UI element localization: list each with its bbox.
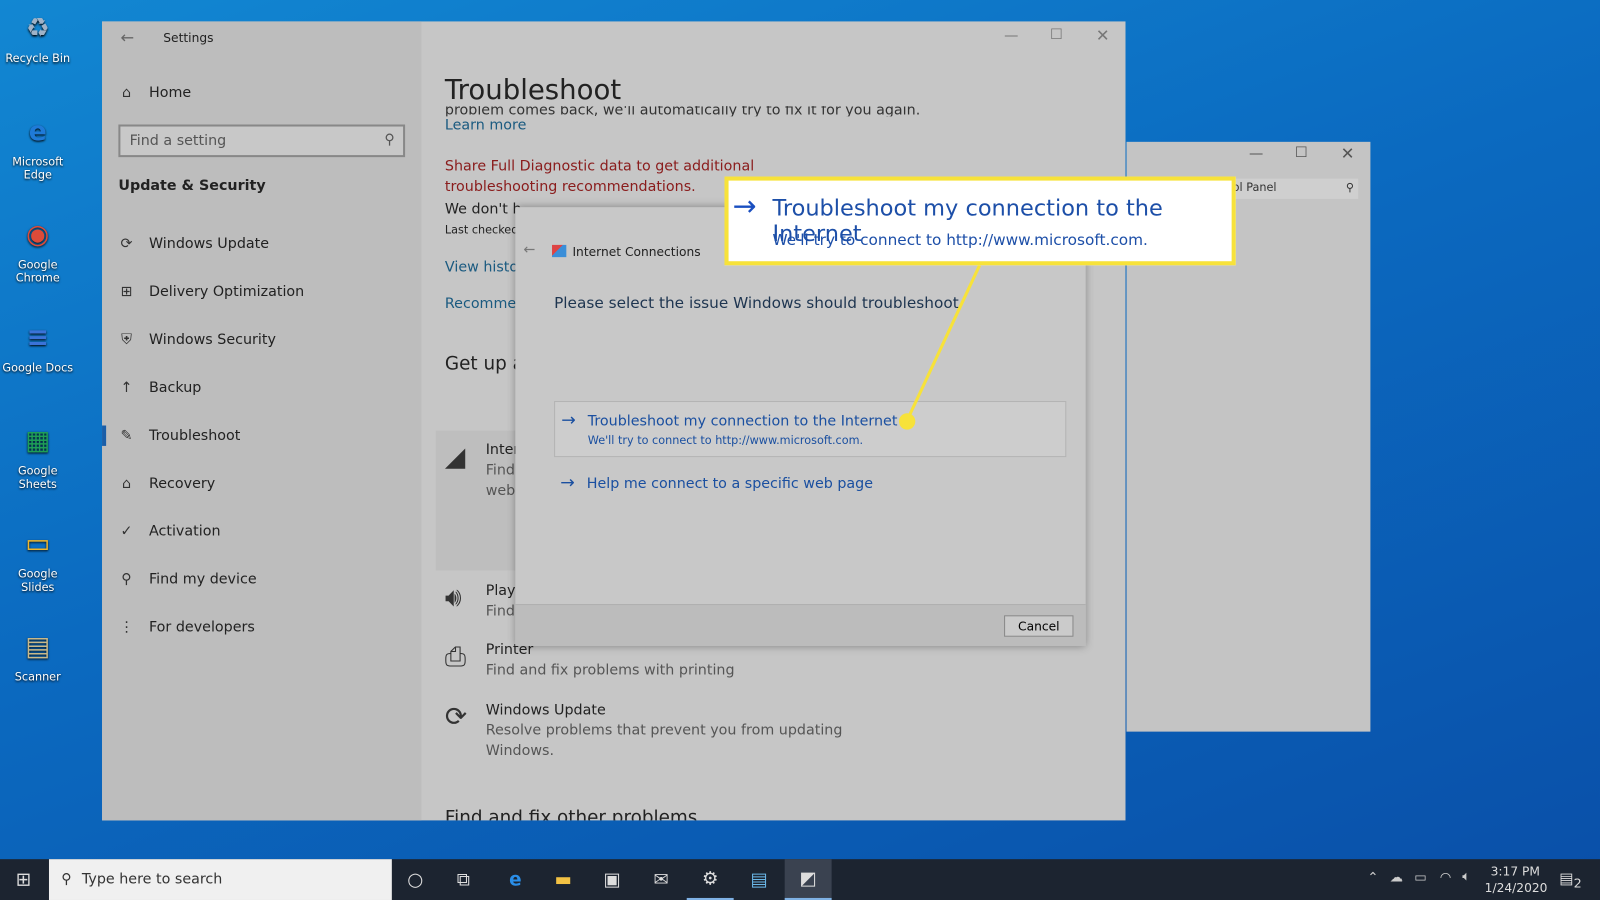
callout-desc: We'll try to connect to http://www.micro… [772, 230, 1148, 249]
store-icon: ▣ [603, 868, 621, 891]
circle-icon: ○ [407, 868, 424, 891]
network-troubleshooter-taskbar[interactable]: ◩ [784, 859, 832, 900]
edge-taskbar[interactable]: e [492, 859, 539, 900]
notification-icon: ▤ [1559, 869, 1574, 888]
battery-icon[interactable]: ▭ [1414, 870, 1427, 885]
callout-dot [898, 413, 916, 430]
gear-icon: ⚙ [701, 867, 719, 890]
notification-count: 2 [1573, 875, 1582, 891]
explorer-taskbar[interactable]: ▬ [540, 859, 587, 900]
network-icon: ◩ [799, 867, 817, 890]
task-view-button[interactable]: ⧉ [440, 859, 487, 900]
clock[interactable]: 3:17 PM 1/24/2020 [1484, 863, 1548, 896]
folder-icon: ▬ [554, 868, 572, 891]
task-view-icon: ⧉ [456, 868, 470, 891]
windows-icon: ⊞ [15, 868, 32, 891]
start-button[interactable]: ⊞ [0, 859, 47, 900]
taskbar: ⊞ ⚲ Type here to search ○ ⧉ e ▬ ▣ ✉ ⚙ ▤ ◩… [0, 859, 1600, 900]
callout-pointer [898, 264, 981, 430]
search-placeholder: Type here to search [81, 871, 223, 888]
arrow-icon: → [732, 188, 757, 223]
mail-taskbar[interactable]: ✉ [638, 859, 685, 900]
wifi-icon[interactable]: ◠ [1440, 870, 1452, 885]
control-panel-icon: ▤ [750, 868, 768, 891]
action-center-button[interactable]: ▤2 [1559, 869, 1582, 890]
onedrive-error-icon[interactable]: ☁ [1390, 870, 1403, 885]
edge-icon: e [509, 868, 522, 891]
speaker-icon[interactable]: 🔈︎ [1462, 869, 1470, 884]
taskbar-search[interactable]: ⚲ Type here to search [48, 859, 392, 900]
store-taskbar[interactable]: ▣ [589, 859, 636, 900]
settings-taskbar[interactable]: ⚙ [686, 859, 734, 900]
cortana-button[interactable]: ○ [392, 859, 439, 900]
callout-box: → Troubleshoot my connection to the Inte… [724, 176, 1236, 266]
chevron-up-icon[interactable]: ⌃ [1367, 870, 1378, 885]
time: 3:17 PM [1490, 864, 1540, 879]
search-icon: ⚲ [61, 871, 72, 888]
mail-icon: ✉ [653, 868, 669, 891]
date: 1/24/2020 [1484, 880, 1548, 895]
control-panel-taskbar[interactable]: ▤ [736, 859, 783, 900]
